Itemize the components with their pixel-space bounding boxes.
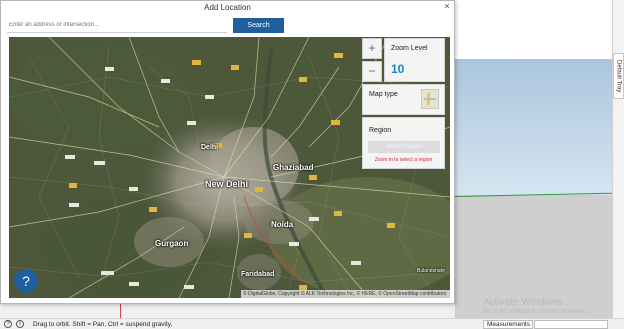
map-label-delhi: Delhi (201, 144, 219, 151)
activate-windows-watermark: Activate Windows Go to PC settings to ac… (483, 297, 587, 315)
region-label: Region (369, 127, 392, 134)
map-label-bulandshahr: Bulandshahr (417, 268, 446, 274)
question-icon[interactable]: ? (4, 320, 12, 328)
measurements-input[interactable] (534, 320, 608, 329)
region-hint: Zoom in to select a region (374, 157, 433, 163)
info-icon[interactable]: i (16, 320, 24, 328)
map-label-noida: Noida (271, 220, 294, 229)
sketchup-window: – ▫ × Activate Windows Go to PC settings… (0, 0, 624, 329)
map-label-new-delhi: New Delhi (205, 179, 249, 189)
zoom-level-value: 10 (391, 62, 405, 76)
zoom-level-label: Zoom Level (391, 45, 428, 52)
map-attribution: © DigitalGlobe, Copyright © ALK Technolo… (241, 290, 450, 298)
map-type-panel[interactable]: Map type (362, 84, 445, 115)
zoom-level-panel: Zoom Level 10 (384, 38, 445, 82)
viewport-sky (455, 59, 612, 195)
dialog-titlebar[interactable]: Add Location × (1, 1, 454, 14)
default-tray-tab[interactable]: Default Tray (613, 53, 624, 99)
dialog-title: Add Location (204, 3, 251, 12)
map-type-thumbnail[interactable] (421, 89, 439, 109)
zoom-in-button[interactable]: + (362, 38, 382, 59)
zoom-out-button[interactable]: − (362, 61, 382, 82)
add-location-dialog: Add Location × Search (0, 0, 455, 304)
close-icon[interactable]: × (440, 1, 454, 12)
measurements-label: Measurements (483, 320, 533, 329)
watermark-title: Activate Windows (483, 297, 562, 308)
watermark-subtitle: Go to PC settings to activate Windows. (483, 309, 587, 315)
status-bar: ? i Drag to orbit. Shift = Pan, Ctrl = s… (0, 318, 624, 329)
map-label-faridabad: Faridabad (241, 271, 275, 278)
region-panel: Region Select Region Zoom in to select a… (362, 117, 445, 169)
search-button[interactable]: Search (233, 18, 284, 33)
satellite-map[interactable]: Delhi New Delhi Ghaziabad Noida Gurgaon … (9, 37, 450, 298)
select-region-button[interactable]: Select Region (368, 141, 440, 153)
address-search-input[interactable] (7, 18, 227, 33)
help-icon[interactable]: ? (14, 269, 38, 293)
map-label-ghaziabad: Ghaziabad (273, 163, 314, 172)
model-viewport[interactable] (454, 0, 612, 318)
map-label-gurgaon: Gurgaon (155, 239, 189, 248)
viewport-sky-top (455, 10, 612, 59)
status-hint: Drag to orbit. Shift = Pan, Ctrl = suspe… (33, 321, 173, 328)
tray-strip (612, 0, 624, 318)
map-type-label: Map type (369, 91, 398, 98)
